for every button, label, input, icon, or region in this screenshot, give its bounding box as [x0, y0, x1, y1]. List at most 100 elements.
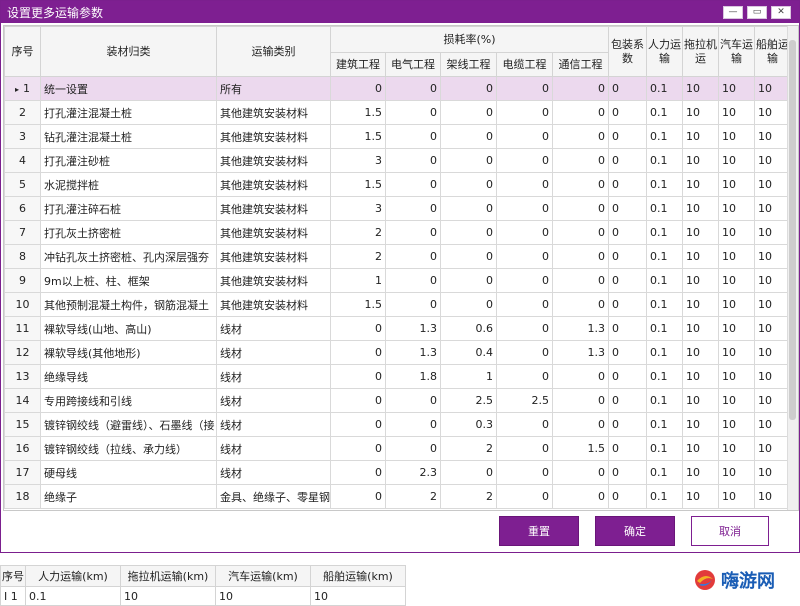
category-cell[interactable]: 打孔灌注碎石桩	[40, 196, 217, 221]
table-row[interactable]: 11 裸软导线(山地、高山) 线材 0 1.3 0.6 0 1.3 0 0.1 10 10 10	[4, 316, 791, 341]
ship-cell[interactable]: 10	[754, 340, 791, 365]
table-row[interactable]: 15 镀锌钢绞线（避雷线）、石墨线（接 线材 0 0 0.3 0 0 0 0.1 10 10 10	[4, 412, 791, 437]
category-cell[interactable]: 专用跨接线和引线	[40, 388, 217, 413]
truck-cell[interactable]: 10	[718, 484, 755, 509]
loss-electrical-cell[interactable]: 2.3	[385, 460, 441, 485]
ship-cell[interactable]: 10	[754, 388, 791, 413]
loss-cable-cell[interactable]: 0	[496, 340, 553, 365]
loss-electrical-cell[interactable]: 0	[385, 412, 441, 437]
loss-cable-cell[interactable]: 0	[496, 76, 553, 101]
row-index-cell[interactable]: 2	[4, 100, 41, 125]
tractor-cell[interactable]: 10	[682, 316, 719, 341]
loss-telecom-cell[interactable]: 0	[552, 412, 609, 437]
ship-cell[interactable]: 10	[754, 412, 791, 437]
tractor-cell[interactable]: 10	[682, 76, 719, 101]
category-cell[interactable]: 冲钻孔灰土挤密桩、孔内深层强夯	[40, 244, 217, 269]
loss-building-cell[interactable]: 0	[330, 412, 386, 437]
tractor-cell[interactable]: 10	[682, 124, 719, 149]
loss-electrical-cell[interactable]: 1.3	[385, 316, 441, 341]
transport-type-cell[interactable]: 线材	[216, 388, 331, 413]
transport-type-cell[interactable]: 线材	[216, 316, 331, 341]
loss-building-cell[interactable]: 1	[330, 268, 386, 293]
loss-telecom-cell[interactable]: 0	[552, 244, 609, 269]
tractor-cell[interactable]: 10	[682, 148, 719, 173]
truck-cell[interactable]: 10	[718, 316, 755, 341]
pack-cell[interactable]: 0	[608, 196, 647, 221]
loss-electrical-cell[interactable]: 0	[385, 76, 441, 101]
table-row[interactable]: 6 打孔灌注碎石桩 其他建筑安装材料 3 0 0 0 0 0 0.1 10 10 10	[4, 196, 791, 221]
row-index-cell[interactable]: 18	[4, 484, 41, 509]
table-row[interactable]: 7 打孔灰土挤密桩 其他建筑安装材料 2 0 0 0 0 0 0.1 10 10 10	[4, 220, 791, 245]
truck-cell[interactable]: 10	[718, 196, 755, 221]
ship-cell[interactable]: 10	[754, 76, 791, 101]
loss-building-cell[interactable]: 0	[330, 76, 386, 101]
loss-cable-cell[interactable]: 2.5	[496, 388, 553, 413]
ship-cell[interactable]: 10	[754, 292, 791, 317]
loss-cable-cell[interactable]: 0	[496, 412, 553, 437]
loss-telecom-cell[interactable]: 0	[552, 76, 609, 101]
loss-cable-cell[interactable]: 0	[496, 172, 553, 197]
manual-cell[interactable]: 0.1	[646, 172, 683, 197]
table-row[interactable]: 10 其他预制混凝土构件，钢筋混凝土 其他建筑安装材料 1.5 0 0 0 0 0 0.1 10 10…	[4, 292, 791, 317]
loss-electrical-cell[interactable]: 0	[385, 388, 441, 413]
loss-electrical-cell[interactable]: 0	[385, 436, 441, 461]
loss-electrical-cell[interactable]: 0	[385, 100, 441, 125]
loss-telecom-cell[interactable]: 1.3	[552, 316, 609, 341]
truck-cell[interactable]: 10	[718, 436, 755, 461]
loss-overhead-line-cell[interactable]: 0	[440, 244, 497, 269]
loss-building-cell[interactable]: 2	[330, 220, 386, 245]
loss-telecom-cell[interactable]: 0	[552, 292, 609, 317]
manual-cell[interactable]: 0.1	[646, 220, 683, 245]
truck-cell[interactable]: 10	[718, 76, 755, 101]
loss-overhead-line-cell[interactable]: 0.6	[440, 316, 497, 341]
pack-cell[interactable]: 0	[608, 76, 647, 101]
loss-building-cell[interactable]: 0	[330, 484, 386, 509]
ship-cell[interactable]: 10	[754, 244, 791, 269]
pack-cell[interactable]: 0	[608, 340, 647, 365]
row-index-cell[interactable]: 14	[4, 388, 41, 413]
pack-cell[interactable]: 0	[608, 244, 647, 269]
transport-type-cell[interactable]: 线材	[216, 460, 331, 485]
category-cell[interactable]: 钻孔灌注混凝土桩	[40, 124, 217, 149]
tractor-cell[interactable]: 10	[682, 220, 719, 245]
loss-telecom-cell[interactable]: 0	[552, 484, 609, 509]
loss-electrical-cell[interactable]: 0	[385, 244, 441, 269]
category-cell[interactable]: 统一设置	[40, 76, 217, 101]
manual-cell[interactable]: 0.1	[646, 76, 683, 101]
table-row[interactable]: 14 专用跨接线和引线 线材 0 0 2.5 2.5 0 0 0.1 10 10 10	[4, 388, 791, 413]
pack-cell[interactable]: 0	[608, 316, 647, 341]
manual-cell[interactable]: 0.1	[646, 316, 683, 341]
loss-telecom-cell[interactable]: 1.3	[552, 340, 609, 365]
ship-cell[interactable]: 10	[754, 316, 791, 341]
maximize-button[interactable]: ▭	[747, 5, 767, 19]
transport-type-cell[interactable]: 其他建筑安装材料	[216, 148, 331, 173]
category-cell[interactable]: 打孔灌注砂桩	[40, 148, 217, 173]
manual-cell[interactable]: 0.1	[646, 292, 683, 317]
pack-cell[interactable]: 0	[608, 412, 647, 437]
loss-building-cell[interactable]: 1.5	[330, 292, 386, 317]
table-row[interactable]: 9 9m以上桩、柱、框架 其他建筑安装材料 1 0 0 0 0 0 0.1 10 10 10	[4, 268, 791, 293]
ship-cell[interactable]: 10	[754, 148, 791, 173]
manual-cell[interactable]: 0.1	[646, 484, 683, 509]
table-row[interactable]: 5 水泥搅拌桩 其他建筑安装材料 1.5 0 0 0 0 0 0.1 10 10 10	[4, 172, 791, 197]
category-cell[interactable]: 打孔灌注混凝土桩	[40, 100, 217, 125]
category-cell[interactable]: 绝缘导线	[40, 364, 217, 389]
header-ship[interactable]: 船舶运输	[754, 26, 791, 77]
manual-cell[interactable]: 0.1	[646, 460, 683, 485]
loss-overhead-line-cell[interactable]: 2	[440, 436, 497, 461]
loss-cable-cell[interactable]: 0	[496, 460, 553, 485]
manual-cell[interactable]: 0.1	[646, 388, 683, 413]
loss-electrical-cell[interactable]: 2	[385, 484, 441, 509]
loss-cable-cell[interactable]: 0	[496, 244, 553, 269]
truck-cell[interactable]: 10	[718, 412, 755, 437]
truck-cell[interactable]: 10	[718, 244, 755, 269]
loss-building-cell[interactable]: 3	[330, 196, 386, 221]
pack-cell[interactable]: 0	[608, 268, 647, 293]
table-row[interactable]: 8 冲钻孔灰土挤密桩、孔内深层强夯 其他建筑安装材料 2 0 0 0 0 0 0.1 10 10 10	[4, 244, 791, 269]
row-index-cell[interactable]: 16	[4, 436, 41, 461]
ship-cell[interactable]: 10	[754, 100, 791, 125]
table-row[interactable]: 17 硬母线 线材 0 2.3 0 0 0 0 0.1 10 10 10	[4, 460, 791, 485]
category-cell[interactable]: 镀锌钢绞线（避雷线）、石墨线（接	[40, 412, 217, 437]
row-index-cell[interactable]: 9	[4, 268, 41, 293]
loss-telecom-cell[interactable]: 0	[552, 196, 609, 221]
